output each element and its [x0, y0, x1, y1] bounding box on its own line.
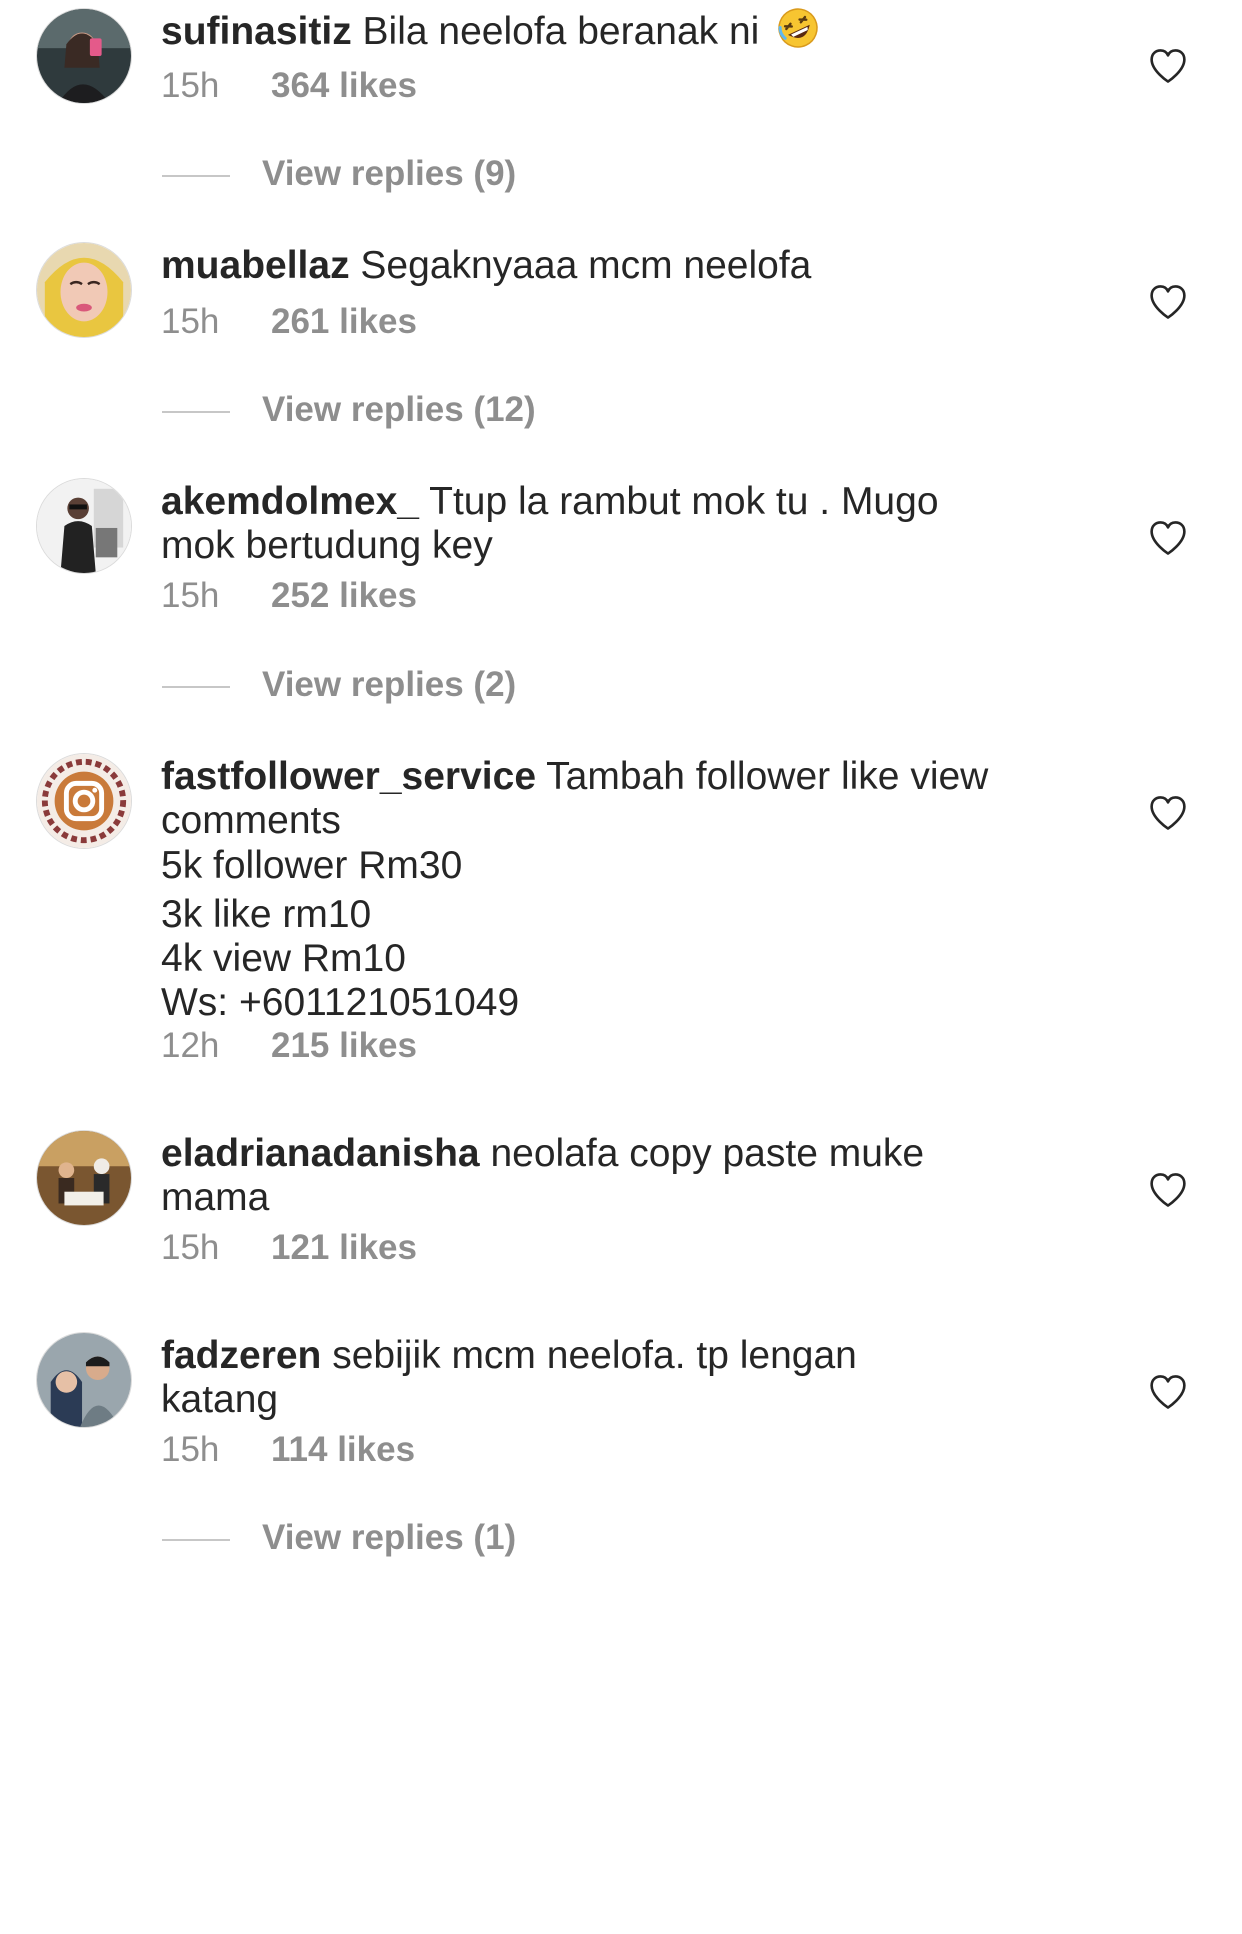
- heart-icon[interactable]: [1148, 520, 1188, 556]
- divider: [162, 1538, 230, 1541]
- comment-username[interactable]: fadzeren: [161, 1334, 321, 1377]
- avatar[interactable]: [36, 242, 132, 338]
- avatar[interactable]: [36, 478, 132, 574]
- comment-time: 15h: [161, 302, 220, 341]
- comment-username[interactable]: akemdolmex_: [161, 480, 419, 523]
- comment-text: fadzeren sebijik mcm neelofa. tp lengan …: [161, 1332, 1091, 1420]
- rolling-laughing-emoji-icon: [776, 6, 820, 62]
- comment-meta: 15h 261 likes: [161, 302, 417, 342]
- view-replies-button[interactable]: View replies (12): [162, 390, 536, 430]
- comment-body-line: mok bertudung key: [161, 524, 493, 567]
- comment-meta: 15h 252 likes: [161, 576, 417, 616]
- comment-body: Tambah follower like view: [546, 755, 989, 798]
- comment-time: 15h: [161, 1430, 220, 1469]
- view-replies-button[interactable]: View replies (2): [162, 665, 516, 705]
- avatar[interactable]: [36, 8, 132, 104]
- comment-likes[interactable]: 114 likes: [271, 1430, 415, 1469]
- comment-meta: 15h 364 likes: [161, 66, 417, 106]
- comment-time: 12h: [161, 1026, 220, 1065]
- avatar[interactable]: [36, 753, 132, 849]
- comment-body: Segaknyaaa mcm neelofa: [360, 244, 812, 287]
- view-replies-label: View replies (2): [262, 665, 517, 704]
- comment-meta: 15h 121 likes: [161, 1228, 417, 1268]
- comment-body: Bila neelofa beranak ni: [362, 10, 760, 53]
- comment-body-line: mama: [161, 1176, 270, 1219]
- comment-body-line: 4k view Rm10: [161, 937, 406, 980]
- comment-meta: 15h 114 likes: [161, 1430, 415, 1470]
- avatar[interactable]: [36, 1332, 132, 1428]
- comment-username[interactable]: fastfollower_service: [161, 755, 536, 798]
- comment-time: 15h: [161, 66, 220, 105]
- view-replies-label: View replies (9): [262, 154, 517, 193]
- comment-likes[interactable]: 121 likes: [271, 1228, 417, 1267]
- comment-body: neolafa copy paste muke: [490, 1132, 925, 1175]
- view-replies-button[interactable]: View replies (9): [162, 154, 516, 194]
- view-replies-button[interactable]: View replies (1): [162, 1518, 516, 1558]
- comment-body: sebijik mcm neelofa. tp lengan: [332, 1334, 857, 1377]
- heart-icon[interactable]: [1148, 795, 1188, 831]
- comment-body-line: 5k follower Rm30: [161, 844, 463, 887]
- divider: [162, 174, 230, 177]
- view-replies-label: View replies (12): [262, 390, 536, 429]
- view-replies-label: View replies (1): [262, 1518, 517, 1557]
- heart-icon[interactable]: [1148, 1172, 1188, 1208]
- comment-text: eladrianadanisha neolafa copy paste muke…: [161, 1130, 1091, 1218]
- comment-text: sufinasitiz Bila neelofa beranak ni: [161, 6, 1091, 62]
- comment-body-line: 3k like rm10: [161, 893, 372, 936]
- comment-text: muabellaz Segaknyaaa mcm neelofa: [161, 242, 1091, 290]
- heart-icon[interactable]: [1148, 1374, 1188, 1410]
- divider: [162, 410, 230, 413]
- comment-username[interactable]: muabellaz: [161, 244, 350, 287]
- comment-body-line: comments: [161, 799, 341, 842]
- comment-body-line: Ws: +601121051049: [161, 981, 520, 1024]
- comment-body-line: katang: [161, 1378, 279, 1421]
- avatar[interactable]: [36, 1130, 132, 1226]
- comment-username[interactable]: eladrianadanisha: [161, 1132, 480, 1175]
- divider: [162, 685, 230, 688]
- comment-time: 15h: [161, 1228, 220, 1267]
- comment-likes[interactable]: 364 likes: [271, 66, 417, 105]
- heart-icon[interactable]: [1148, 48, 1188, 84]
- comment-time: 15h: [161, 576, 220, 615]
- comment-text: akemdolmex_ Ttup la rambut mok tu . Mugo…: [161, 478, 1091, 566]
- comment-likes[interactable]: 261 likes: [271, 302, 417, 341]
- comment-text: fastfollower_service Tambah follower lik…: [161, 753, 1091, 1025]
- comment-body: Ttup la rambut mok tu . Mugo: [429, 480, 939, 523]
- comment-likes[interactable]: 215 likes: [271, 1026, 417, 1065]
- comment-username[interactable]: sufinasitiz: [161, 10, 352, 53]
- comment-meta: 12h 215 likes: [161, 1026, 417, 1066]
- comment-likes[interactable]: 252 likes: [271, 576, 417, 615]
- heart-icon[interactable]: [1148, 284, 1188, 320]
